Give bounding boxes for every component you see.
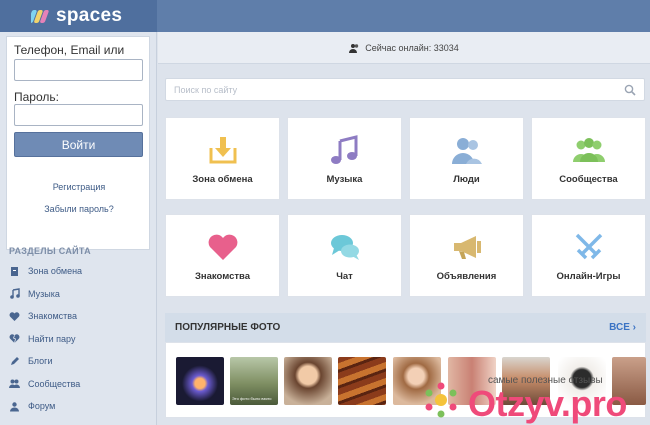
swords-icon: [575, 233, 602, 260]
photo-thumbnail[interactable]: [176, 357, 224, 405]
group-icon: [9, 379, 20, 389]
otzyv-logo-icon: [425, 382, 457, 418]
top-bar: spaces: [0, 0, 650, 32]
sidebar-item-label: Найти пару: [28, 333, 76, 344]
tile-ads[interactable]: Объявления: [409, 214, 524, 297]
search-input[interactable]: Поиск по сайту: [165, 78, 645, 101]
password-label: Пароль:: [14, 90, 59, 104]
sidebar: Телефон, Email или ник: Пароль: Войти Ре…: [0, 32, 157, 425]
sidebar-item-music[interactable]: Музыка: [0, 283, 156, 306]
popular-photos-title: ПОПУЛЯРНЫЕ ФОТО: [175, 322, 281, 333]
sidebar-nav: Зона обмена Музыка Знакомства Найти пару…: [0, 260, 156, 418]
users-online-icon: [349, 43, 359, 53]
search-icon[interactable]: [624, 84, 636, 96]
photo-caption: Это фото было взято: [232, 396, 272, 401]
sidebar-item-find-pair[interactable]: Найти пару: [0, 328, 156, 351]
broken-heart-icon: [9, 334, 20, 344]
logo-text: spaces: [56, 5, 123, 26]
login-form: Телефон, Email или ник: Пароль: Войти Ре…: [6, 36, 150, 250]
register-link[interactable]: Регистрация: [7, 182, 151, 192]
megaphone-icon: [453, 236, 481, 259]
sidebar-item-label: Музыка: [28, 288, 60, 299]
sidebar-item-label: Знакомства: [28, 311, 77, 322]
music-icon: [10, 288, 20, 300]
tile-label: Онлайн-Игры: [556, 271, 621, 282]
login-input[interactable]: [14, 59, 143, 81]
sidebar-item-exchange[interactable]: Зона обмена: [0, 260, 156, 283]
heart-icon: [208, 234, 237, 260]
watermark-brand: Otzyv.pro: [468, 383, 627, 424]
see-all-link[interactable]: ВСЕ ›: [609, 322, 636, 333]
tile-dating[interactable]: Знакомства: [165, 214, 280, 297]
login-button[interactable]: Войти: [14, 132, 143, 157]
sidebar-item-dating[interactable]: Знакомства: [0, 305, 156, 328]
photo-thumbnail[interactable]: [338, 357, 386, 405]
sidebar-item-label: Сообщества: [28, 378, 81, 389]
file-icon: [11, 266, 18, 276]
tile-games[interactable]: Онлайн-Игры: [531, 214, 646, 297]
tile-label: Музыка: [326, 174, 363, 185]
sidebar-item-label: Форум: [28, 401, 56, 412]
chevron-right-icon: ›: [632, 322, 636, 333]
sidebar-item-communities[interactable]: Сообщества: [0, 373, 156, 396]
download-icon: [209, 137, 236, 164]
sections-title: РАЗДЕЛЫ САЙТА: [9, 246, 91, 256]
search-placeholder: Поиск по сайту: [174, 84, 238, 95]
sidebar-item-blogs[interactable]: Блоги: [0, 350, 156, 373]
online-counter: Сейчас онлайн: 33034: [158, 32, 650, 64]
community-icon: [572, 138, 605, 162]
photo-thumbnail[interactable]: [284, 357, 332, 405]
music-note-icon: [330, 135, 357, 164]
tile-communities[interactable]: Сообщества: [531, 117, 646, 200]
see-all-label: ВСЕ: [609, 322, 630, 333]
forum-icon: [10, 402, 19, 412]
tile-label: Знакомства: [194, 271, 251, 282]
people-icon: [451, 138, 482, 164]
sidebar-item-label: Блоги: [28, 356, 53, 367]
spaces-logo-icon: [31, 10, 49, 23]
popular-photos-header: ПОПУЛЯРНЫЕ ФОТО ВСЕ ›: [165, 313, 646, 342]
tile-label: Чат: [336, 271, 353, 282]
tile-label: Люди: [453, 174, 480, 185]
pen-icon: [11, 356, 19, 365]
password-input[interactable]: [14, 104, 143, 126]
logo-area[interactable]: spaces: [0, 0, 157, 32]
tile-label: Зона обмена: [192, 174, 253, 185]
tile-people[interactable]: Люди: [409, 117, 524, 200]
photo-thumbnail[interactable]: Это фото было взято: [230, 357, 278, 405]
sidebar-item-forum[interactable]: Форум: [0, 395, 156, 418]
tile-exchange[interactable]: Зона обмена: [165, 117, 280, 200]
tile-chat[interactable]: Чат: [287, 214, 402, 297]
online-count-text: Сейчас онлайн: 33034: [365, 42, 459, 53]
sidebar-item-label: Зона обмена: [28, 266, 83, 277]
heart-icon: [9, 312, 20, 321]
chat-icon: [330, 235, 359, 260]
tile-label: Сообщества: [559, 174, 618, 185]
forgot-password-link[interactable]: Забыли пароль?: [7, 204, 151, 214]
tile-music[interactable]: Музыка: [287, 117, 402, 200]
tile-label: Объявления: [436, 271, 497, 282]
